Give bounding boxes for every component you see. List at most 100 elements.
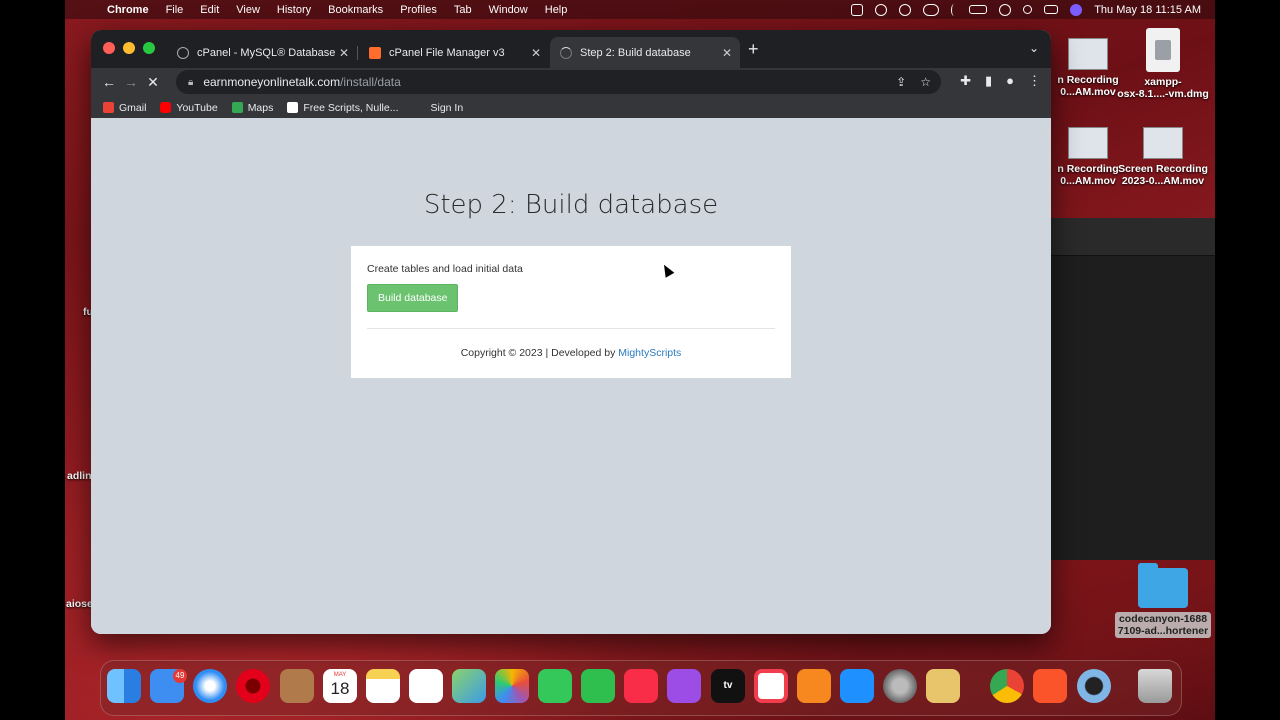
bookmark-gmail[interactable]: Gmail [103, 102, 146, 114]
desktop-icon-xampp[interactable]: xampp- osx-8.1....-vm.dmg [1115, 28, 1211, 100]
status-area: Thu May 18 11:15 AM [851, 0, 1201, 19]
menu-file[interactable]: File [166, 4, 184, 16]
bookmark-youtube[interactable]: YouTube [160, 102, 218, 114]
zoom-window-button[interactable] [143, 42, 155, 54]
cpanel-icon [177, 46, 189, 59]
letterbox-left [0, 0, 65, 720]
apple-tv-icon[interactable]: tv [711, 669, 745, 703]
menu-help[interactable]: Help [545, 4, 568, 16]
calendar-icon[interactable]: MAY 18 [323, 669, 357, 703]
close-window-button[interactable] [103, 42, 115, 54]
opera-icon[interactable] [236, 669, 270, 703]
brave-icon[interactable] [1033, 669, 1067, 703]
developer-link[interactable]: MightyScripts [618, 347, 681, 359]
install-card: Create tables and load initial data Buil… [351, 246, 791, 378]
tab-close-icon[interactable]: ✕ [722, 46, 732, 60]
menu-history[interactable]: History [277, 4, 311, 16]
card-divider [367, 328, 775, 329]
system-settings-icon[interactable] [883, 669, 917, 703]
tab-label: cPanel File Manager v3 [389, 46, 505, 59]
siri-icon[interactable] [1070, 3, 1083, 16]
bookmark-free-scripts[interactable]: Free Scripts, Nulle... [287, 101, 399, 114]
profile-avatar-icon[interactable]: ● [1006, 73, 1014, 89]
forward-button[interactable]: → [120, 74, 142, 90]
background-app-toolbar [1051, 218, 1215, 256]
calendar-day: 18 [330, 679, 350, 698]
record-icon[interactable] [851, 3, 864, 16]
desktop-icon-label: codecanyon-1688 7109-ad...hortener [1115, 612, 1211, 638]
archive-utility-icon[interactable] [926, 669, 960, 703]
safari-icon[interactable] [193, 669, 227, 703]
background-app-window [1051, 218, 1215, 560]
tab-cpanel-mysql[interactable]: cPanel - MySQL® Database Wi ✕ [167, 37, 357, 68]
lock-icon[interactable]: 🔒︎ [188, 77, 193, 88]
footer-copyright: Copyright © 2023 | Developed by MightySc… [367, 347, 775, 359]
wifi-icon[interactable] [999, 3, 1012, 16]
books-icon[interactable] [797, 669, 831, 703]
battery-icon[interactable] [969, 5, 988, 14]
app-store-icon[interactable] [840, 669, 874, 703]
finder-icon[interactable] [107, 669, 141, 703]
music-icon[interactable] [624, 669, 658, 703]
video-thumbnail-icon [1143, 127, 1183, 159]
clock[interactable]: Thu May 18 11:15 AM [1094, 4, 1201, 16]
more-menu-icon[interactable]: ⋮ [1028, 73, 1041, 89]
menu-profiles[interactable]: Profiles [400, 4, 437, 16]
cloud-icon[interactable] [923, 3, 940, 16]
trash-icon[interactable] [1138, 669, 1172, 703]
macos-menubar: Chrome File Edit View History Bookmarks … [65, 0, 1215, 19]
menu-view[interactable]: View [236, 4, 260, 16]
menu-bookmarks[interactable]: Bookmarks [328, 4, 383, 16]
build-database-button[interactable]: Build database [367, 284, 459, 312]
tab-strip: cPanel - MySQL® Database Wi ✕ cPanel Fil… [91, 30, 1051, 68]
menu-tab[interactable]: Tab [454, 4, 472, 16]
video-thumbnail-icon [1068, 38, 1108, 70]
messages-icon[interactable] [538, 669, 572, 703]
tab-search-chevron-icon[interactable]: ⌄ [1029, 41, 1039, 55]
tab-cpanel-file-manager[interactable]: cPanel File Manager v3 ✕ [359, 37, 549, 68]
bookmark-sign-in[interactable]: Sign In [431, 102, 464, 114]
page-content: Step 2: Build database Create tables and… [91, 118, 1051, 634]
bookmark-star-icon[interactable]: ☆ [920, 75, 931, 89]
chrome-icon[interactable] [990, 669, 1024, 703]
tab-close-icon[interactable]: ✕ [339, 46, 349, 60]
search-icon[interactable] [1023, 5, 1033, 14]
url-host: earnmoneyonlinetalk.com [203, 75, 341, 89]
tab-label: cPanel - MySQL® Database Wi [197, 46, 337, 59]
stop-loading-button[interactable]: ✕ [142, 74, 164, 91]
tab-build-database[interactable]: Step 2: Build database ✕ [550, 37, 740, 68]
desktop-partial-label: aiose [66, 598, 93, 610]
control-center-icon[interactable] [1044, 5, 1059, 14]
tab-close-icon[interactable]: ✕ [531, 46, 541, 60]
news-icon[interactable] [754, 669, 788, 703]
menu-window[interactable]: Window [489, 4, 528, 16]
desktop-icon-label: Screen Recording 2023-0...AM.mov [1118, 163, 1208, 187]
desktop-icon-recording-3[interactable]: Screen Recording 2023-0...AM.mov [1115, 127, 1211, 187]
photos-icon[interactable] [495, 669, 529, 703]
status-sync-icon[interactable] [899, 3, 912, 16]
bookmark-label: Free Scripts, Nulle... [303, 101, 399, 114]
maps-app-icon[interactable] [452, 669, 486, 703]
back-button[interactable]: ← [98, 74, 120, 90]
side-panel-icon[interactable]: ▮ [985, 73, 992, 89]
notes-icon[interactable] [366, 669, 400, 703]
reminders-icon[interactable] [409, 669, 443, 703]
extensions-puzzle-icon[interactable]: ✚ [960, 73, 971, 89]
facetime-icon[interactable] [581, 669, 615, 703]
share-icon[interactable]: ⇪ [896, 75, 906, 89]
menu-app-name[interactable]: Chrome [107, 4, 149, 16]
desktop-icon-codecanyon[interactable]: codecanyon-1688 7109-ad...hortener [1115, 563, 1211, 638]
desktop-icon-label: xampp- osx-8.1....-vm.dmg [1117, 76, 1209, 100]
contacts-icon[interactable] [280, 669, 314, 703]
video-thumbnail-icon [1068, 127, 1108, 159]
menu-edit[interactable]: Edit [200, 4, 219, 16]
bluetooth-icon[interactable] [951, 3, 957, 16]
status-app-icon[interactable] [875, 3, 888, 16]
quicktime-icon[interactable] [1077, 669, 1111, 703]
new-tab-button[interactable]: + [748, 39, 759, 60]
podcasts-icon[interactable] [667, 669, 701, 703]
minimize-window-button[interactable] [123, 42, 135, 54]
address-bar[interactable]: 🔒︎ earnmoneyonlinetalk.com/install/data … [176, 70, 941, 94]
bookmark-maps[interactable]: Maps [231, 102, 273, 114]
url-path: /install/data [340, 75, 401, 89]
